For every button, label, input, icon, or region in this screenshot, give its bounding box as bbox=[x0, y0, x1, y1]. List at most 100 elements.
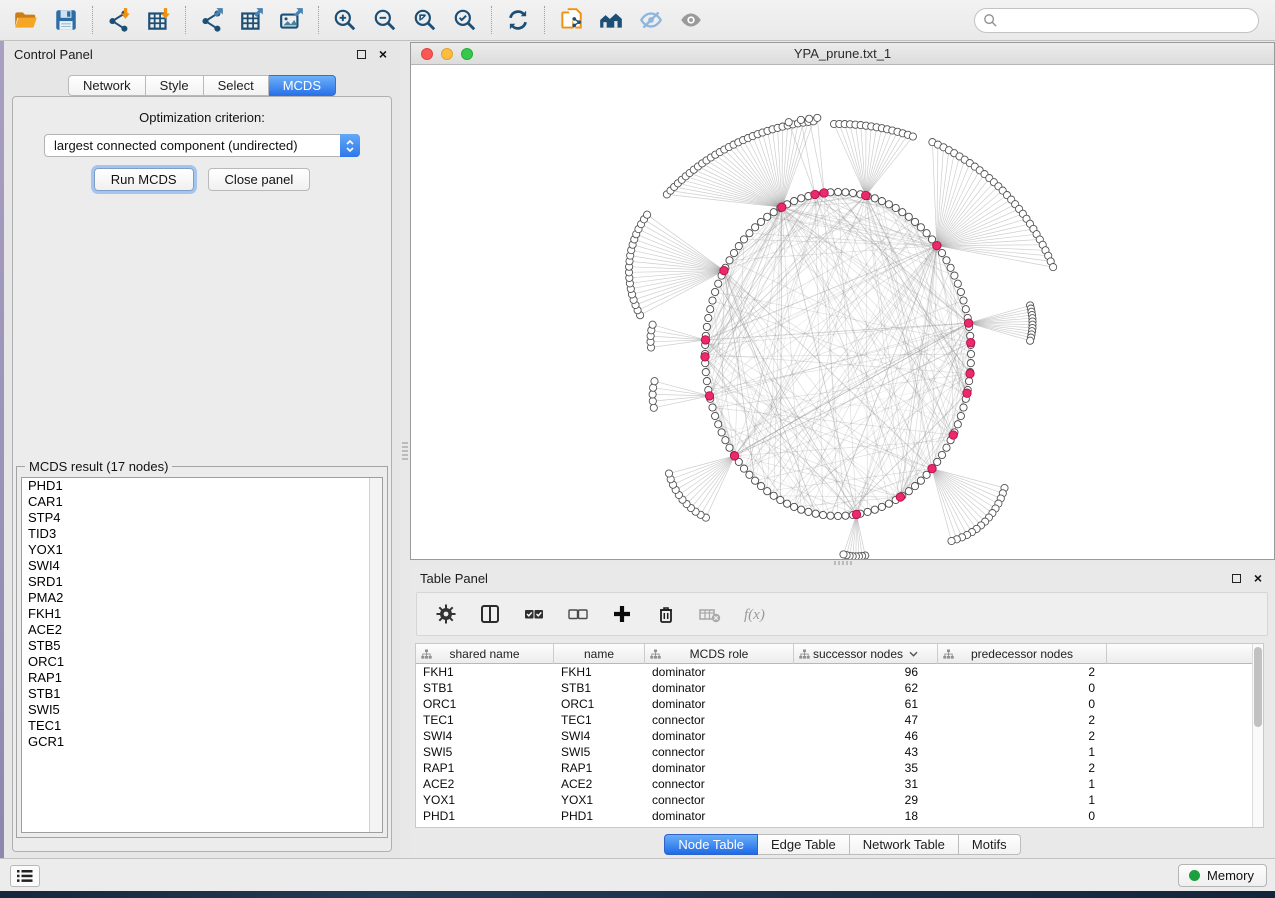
mcds-result-item[interactable]: SRD1 bbox=[22, 574, 382, 590]
control-panel-title: Control Panel bbox=[14, 47, 93, 62]
zoom-fit-button[interactable] bbox=[405, 3, 445, 37]
table-row[interactable]: ACE2ACE2connector311 bbox=[416, 776, 1252, 792]
table-row[interactable]: TEC1TEC1connector472 bbox=[416, 712, 1252, 728]
tab-select[interactable]: Select bbox=[204, 75, 269, 96]
cell-mcds-role: dominator bbox=[645, 664, 794, 680]
refresh-view-button[interactable] bbox=[498, 3, 538, 37]
network-canvas[interactable] bbox=[411, 65, 1274, 559]
export-image-button[interactable] bbox=[272, 3, 312, 37]
mcds-result-item[interactable]: ORC1 bbox=[22, 654, 382, 670]
control-panel-header: Control Panel × bbox=[4, 42, 400, 66]
task-history-button[interactable] bbox=[10, 865, 40, 887]
control-panel-tabs: NetworkStyleSelectMCDS bbox=[4, 75, 400, 96]
tab-network[interactable]: Network bbox=[68, 75, 146, 96]
zoom-in-button[interactable] bbox=[325, 3, 365, 37]
mcds-result-item[interactable]: CAR1 bbox=[22, 494, 382, 510]
delete-column-button[interactable] bbox=[649, 597, 683, 631]
show-all-button[interactable] bbox=[671, 3, 711, 37]
close-panel-button[interactable]: Close panel bbox=[208, 168, 311, 191]
duplicate-network-button[interactable] bbox=[551, 3, 591, 37]
float-table-panel-icon[interactable] bbox=[1229, 571, 1243, 585]
vertical-splitter[interactable] bbox=[400, 42, 410, 858]
column-header-predecessor-nodes[interactable]: predecessor nodes bbox=[938, 644, 1107, 664]
first-neighbors-button[interactable] bbox=[591, 3, 631, 37]
mcds-result-item[interactable]: PHD1 bbox=[22, 478, 382, 494]
tab-style[interactable]: Style bbox=[146, 75, 204, 96]
column-header-name[interactable]: name bbox=[554, 644, 645, 664]
import-network-button[interactable] bbox=[99, 3, 139, 37]
column-header-successor-nodes[interactable]: successor nodes bbox=[794, 644, 938, 664]
cell-successor-nodes: 31 bbox=[794, 776, 938, 792]
memory-button[interactable]: Memory bbox=[1178, 864, 1267, 887]
mcds-result-item[interactable]: STB5 bbox=[22, 638, 382, 654]
export-network-button[interactable] bbox=[192, 3, 232, 37]
search-input[interactable] bbox=[974, 8, 1259, 33]
import-table-icon bbox=[146, 7, 172, 33]
cell-name: FKH1 bbox=[554, 664, 645, 680]
table-row[interactable]: SWI4SWI4dominator462 bbox=[416, 728, 1252, 744]
mcds-result-item[interactable]: FKH1 bbox=[22, 606, 382, 622]
table-row[interactable]: RAP1RAP1dominator352 bbox=[416, 760, 1252, 776]
network-graph[interactable] bbox=[411, 65, 1274, 559]
mcds-result-item[interactable]: SWI4 bbox=[22, 558, 382, 574]
close-table-panel-icon[interactable]: × bbox=[1251, 571, 1265, 585]
cell-predecessor-nodes: 2 bbox=[938, 712, 1107, 728]
tab-network-table[interactable]: Network Table bbox=[850, 834, 959, 855]
float-panel-icon[interactable] bbox=[354, 47, 368, 61]
export-table-button[interactable] bbox=[232, 3, 272, 37]
mcds-result-item[interactable]: ACE2 bbox=[22, 622, 382, 638]
select-all-button[interactable] bbox=[517, 597, 551, 631]
table-row[interactable]: FKH1FKH1dominator962 bbox=[416, 664, 1252, 680]
run-mcds-button[interactable]: Run MCDS bbox=[94, 168, 194, 191]
mcds-result-list[interactable]: PHD1CAR1STP4TID3YOX1SWI4SRD1PMA2FKH1ACE2… bbox=[21, 477, 383, 833]
add-column-icon bbox=[610, 602, 634, 626]
zoom-out-button[interactable] bbox=[365, 3, 405, 37]
mcds-result-item[interactable]: STP4 bbox=[22, 510, 382, 526]
hide-selected-icon bbox=[638, 7, 664, 33]
import-table-button[interactable] bbox=[139, 3, 179, 37]
table-row[interactable]: SWI5SWI5connector431 bbox=[416, 744, 1252, 760]
close-panel-icon[interactable]: × bbox=[376, 47, 390, 61]
cell-shared-name: PHD1 bbox=[416, 808, 554, 824]
add-column-button[interactable] bbox=[605, 597, 639, 631]
hide-selected-button[interactable] bbox=[631, 3, 671, 37]
tab-motifs[interactable]: Motifs bbox=[959, 834, 1021, 855]
mcds-result-item[interactable]: RAP1 bbox=[22, 670, 382, 686]
save-session-button[interactable] bbox=[46, 3, 86, 37]
cell-successor-nodes: 18 bbox=[794, 808, 938, 824]
horizontal-splitter[interactable] bbox=[410, 559, 1275, 566]
mcds-result-item[interactable]: GCR1 bbox=[22, 734, 382, 750]
list-scrollbar[interactable] bbox=[369, 478, 382, 832]
mcds-result-item[interactable]: TID3 bbox=[22, 526, 382, 542]
cell-shared-name: SWI4 bbox=[416, 728, 554, 744]
table-row[interactable]: YOX1YOX1connector291 bbox=[416, 792, 1252, 808]
criterion-select[interactable]: largest connected component (undirected) bbox=[44, 134, 360, 157]
delete-column-icon bbox=[654, 602, 678, 626]
mcds-result-item[interactable]: PMA2 bbox=[22, 590, 382, 606]
open-file-button[interactable] bbox=[6, 3, 46, 37]
column-header-mcds-role[interactable]: MCDS role bbox=[645, 644, 794, 664]
cell-predecessor-nodes: 0 bbox=[938, 696, 1107, 712]
function-builder-button[interactable]: f(x) bbox=[737, 597, 771, 631]
table-row[interactable]: ORC1ORC1dominator610 bbox=[416, 696, 1252, 712]
zoom-selected-button[interactable] bbox=[445, 3, 485, 37]
tab-edge-table[interactable]: Edge Table bbox=[758, 834, 850, 855]
tab-node-table[interactable]: Node Table bbox=[664, 834, 758, 855]
table-options-gear-button[interactable] bbox=[429, 597, 463, 631]
mcds-result-item[interactable]: SWI5 bbox=[22, 702, 382, 718]
tab-mcds[interactable]: MCDS bbox=[269, 75, 336, 96]
mcds-result-item[interactable]: TEC1 bbox=[22, 718, 382, 734]
table-row[interactable]: PHD1PHD1dominator180 bbox=[416, 808, 1252, 824]
table-scrollbar[interactable] bbox=[1252, 644, 1263, 827]
clear-selection-icon bbox=[566, 602, 590, 626]
clear-selection-button[interactable] bbox=[561, 597, 595, 631]
column-header-shared-name[interactable]: shared name bbox=[416, 644, 554, 664]
browse-columns-button[interactable] bbox=[473, 597, 507, 631]
mcds-result-item[interactable]: STB1 bbox=[22, 686, 382, 702]
column-label: predecessor nodes bbox=[971, 647, 1073, 661]
table-row[interactable]: STB1STB1dominator620 bbox=[416, 680, 1252, 696]
mcds-result-item[interactable]: YOX1 bbox=[22, 542, 382, 558]
function-builder-icon: f(x) bbox=[742, 602, 766, 626]
cell-shared-name: FKH1 bbox=[416, 664, 554, 680]
delete-table-button[interactable] bbox=[693, 597, 727, 631]
